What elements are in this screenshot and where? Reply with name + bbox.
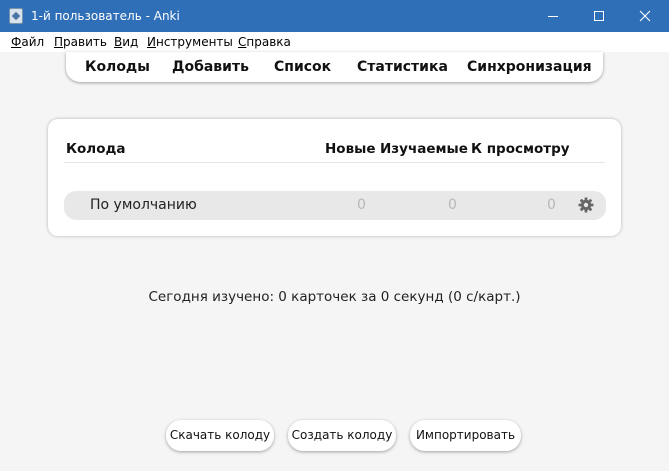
maximize-button[interactable] — [576, 0, 622, 32]
toolbar-browse[interactable]: Список — [274, 58, 331, 76]
menu-tools-label: нструменты — [155, 35, 233, 49]
menu-file[interactable]: Файл — [11, 32, 44, 52]
anki-app-icon — [9, 8, 23, 24]
toolbar-decks[interactable]: Колоды — [85, 58, 150, 76]
window-title: 1-й пользователь - Anki — [31, 9, 180, 23]
toolbar-add[interactable]: Добавить — [172, 58, 249, 76]
close-icon — [639, 10, 651, 22]
menu-help[interactable]: Справка — [238, 32, 291, 52]
top-toolbar: Колоды Добавить Список Статистика Синхро… — [66, 52, 603, 82]
minimize-button[interactable] — [530, 0, 576, 32]
header-new: Новые — [325, 141, 376, 157]
menu-file-label: айл — [21, 35, 45, 49]
gear-icon[interactable] — [578, 197, 594, 213]
menu-tools-access-key: И — [147, 35, 156, 49]
deck-review-count: 0 — [547, 197, 556, 213]
deck-row[interactable]: По умолчанию 0 0 0 — [64, 191, 606, 220]
menu-view-label: ид — [122, 35, 139, 49]
maximize-icon — [594, 11, 604, 21]
menu-view[interactable]: Вид — [114, 32, 138, 52]
header-learning: Изучаемые — [380, 141, 468, 157]
close-button[interactable] — [622, 0, 668, 32]
main-content: Колоды Добавить Список Статистика Синхро… — [0, 52, 669, 471]
import-button[interactable]: Импортировать — [410, 420, 521, 451]
menu-edit-access-key: П — [54, 35, 64, 49]
download-deck-button[interactable]: Скачать колоду — [166, 420, 274, 451]
deck-list-card: Колода Новые Изучаемые К просмотру По ум… — [48, 119, 621, 236]
today-stats: Сегодня изучено: 0 карточек за 0 секунд … — [148, 289, 521, 305]
header-review: К просмотру — [471, 141, 570, 157]
menu-tools[interactable]: Инструменты — [147, 32, 233, 52]
header-divider — [64, 162, 605, 163]
minimize-icon — [548, 16, 558, 17]
deck-new-count: 0 — [357, 197, 366, 213]
menu-view-access-key: В — [114, 35, 123, 49]
create-deck-button[interactable]: Создать колоду — [288, 420, 396, 451]
deck-name-link[interactable]: По умолчанию — [90, 197, 197, 214]
menu-help-label: правка — [246, 35, 291, 49]
header-deck: Колода — [66, 141, 126, 157]
menu-file-access-key: Ф — [11, 35, 22, 49]
menu-edit[interactable]: Править — [54, 32, 107, 52]
menu-bar: Файл Править Вид Инструменты Справка — [0, 32, 669, 52]
menu-edit-label: равить — [63, 35, 107, 49]
title-bar: 1-й пользователь - Anki — [0, 0, 669, 32]
deck-learning-count: 0 — [448, 197, 457, 213]
toolbar-sync[interactable]: Синхронизация — [467, 58, 592, 76]
toolbar-stats[interactable]: Статистика — [357, 58, 448, 76]
